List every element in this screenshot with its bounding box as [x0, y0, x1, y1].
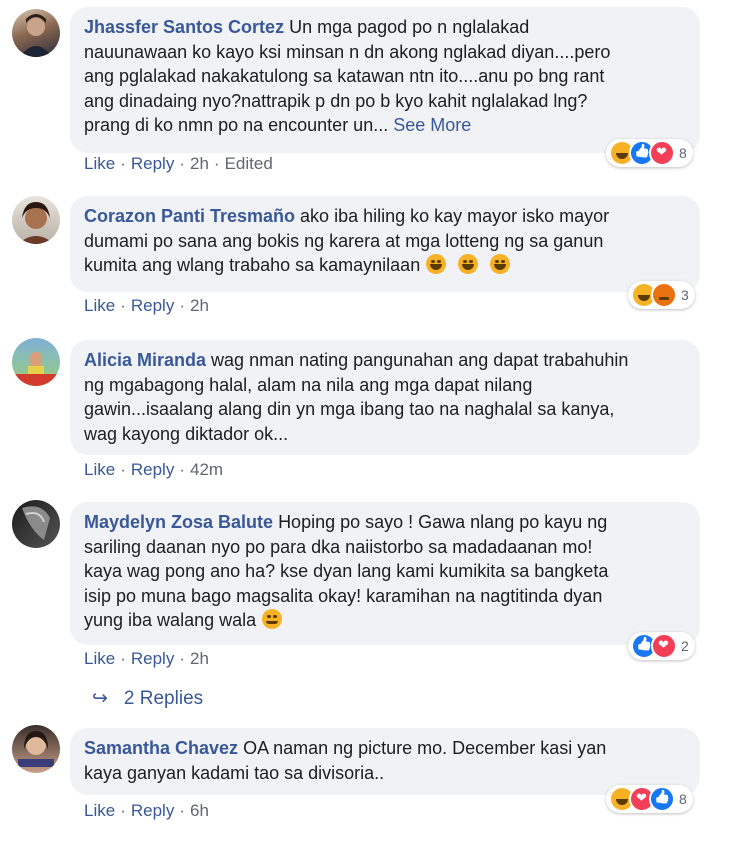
reply-arrow-icon: ↪ [92, 688, 108, 709]
laughing-emoji-icon [426, 254, 447, 274]
comment-author[interactable]: Corazon Panti Tresmaño [84, 206, 295, 226]
reaction-count: 2 [681, 638, 689, 654]
avatar[interactable] [12, 725, 60, 773]
comment-text: wag nman nating pangunahan ang dapat tra… [211, 350, 629, 370]
angry-icon [651, 282, 677, 308]
comment-text: ako iba hiling ko kay mayor isko mayor [300, 206, 610, 226]
comment-bubble: Samantha Chavez OA naman ng picture mo. D… [70, 728, 700, 795]
comment-text: OA naman ng picture mo. December kasi ya… [243, 738, 607, 758]
like-button[interactable]: Like [84, 296, 115, 315]
reply-button[interactable]: Reply [131, 154, 174, 173]
reaction-count: 8 [679, 791, 687, 807]
separator: · [120, 801, 126, 820]
separator: · [120, 460, 126, 479]
avatar[interactable] [12, 9, 60, 57]
avatar-photo [22, 506, 50, 540]
comment-actions: Like · Reply · 2h [84, 296, 209, 316]
laughing-emoji-icon [490, 254, 511, 274]
separator: · [179, 801, 185, 820]
comment-text: kumita ang wlang trabaho sa kamaynilaan [84, 255, 421, 275]
avatar[interactable] [12, 500, 60, 548]
like-icon [649, 786, 675, 812]
comment-text: Hoping po sayo ! Gawa nlang po kayu ng [278, 512, 608, 532]
comment-text: Un mga pagod po n nglalakad [289, 17, 530, 37]
comment-text: isip po muna bago magsalita okay! karami… [84, 585, 603, 606]
timestamp[interactable]: 2h [190, 154, 209, 173]
separator: · [179, 154, 185, 173]
laughing-emoji-icon [458, 254, 479, 274]
comment-actions: Like · Reply · 2h [84, 649, 209, 669]
separator: · [213, 154, 220, 173]
separator: · [179, 296, 185, 315]
see-more-link[interactable]: See More [393, 115, 471, 135]
comment-bubble: Corazon Panti Tresmaño ako iba hiling ko … [70, 196, 700, 292]
separator: · [120, 649, 126, 668]
comment-text: gawin...isaalang alang din yn mga ibang … [84, 399, 615, 419]
reaction-count: 3 [681, 287, 689, 303]
reaction-summary[interactable]: 8 [606, 139, 693, 167]
comment-author[interactable]: Maydelyn Zosa Balute [84, 512, 273, 532]
separator: · [179, 649, 185, 668]
timestamp[interactable]: 6h [190, 801, 209, 820]
avatar-photo [18, 731, 54, 767]
reply-button[interactable]: Reply [131, 460, 174, 479]
timestamp[interactable]: 2h [190, 649, 209, 668]
like-button[interactable]: Like [84, 154, 115, 173]
love-icon [649, 140, 675, 166]
like-button[interactable]: Like [84, 801, 115, 820]
avatar-photo [20, 14, 52, 57]
avatar[interactable] [12, 338, 60, 386]
separator: · [120, 296, 126, 315]
replies-count-label[interactable]: 2 Replies [124, 688, 203, 709]
comment-bubble: Alicia Miranda wag nman nating pangunahan… [70, 340, 700, 455]
love-icon [651, 633, 677, 659]
reaction-summary[interactable]: 2 [628, 632, 695, 660]
like-button[interactable]: Like [84, 460, 115, 479]
comment-text: yung iba walang wala [84, 610, 257, 630]
edited-label[interactable]: Edited [225, 154, 273, 173]
comment-actions: Like · Reply · 42m [84, 460, 223, 480]
avatar[interactable] [12, 196, 60, 244]
avatar-photo [18, 202, 54, 244]
smiling-emoji-icon [262, 609, 283, 629]
separator: · [179, 460, 185, 479]
comment-text: ang dinadaing nyo?nattrapik p dn po b ky… [84, 90, 588, 111]
comment-text: kaya ganyan kadami tao sa divisoria.. [84, 762, 385, 783]
comment-text: ang pglalakad nakakatulong sa katawan nt… [84, 66, 605, 86]
timestamp[interactable]: 2h [190, 296, 209, 315]
separator: · [120, 154, 126, 173]
comment-author[interactable]: Samantha Chavez [84, 738, 238, 758]
comment-text: wag kayong diktador ok... [84, 423, 289, 444]
comment-text: prang di ko nmn po na encounter un... [84, 115, 389, 135]
comment-text: nauunawaan ko kayo ksi minsan n dn akong… [84, 41, 611, 62]
comment-bubble: Maydelyn Zosa Balute Hoping po sayo ! Gaw… [70, 502, 700, 645]
comment-text: ng mgabagong halal, alam na nila ang mga… [84, 374, 533, 395]
reaction-summary[interactable]: 8 [606, 785, 693, 813]
comment-actions: Like · Reply · 6h [84, 801, 209, 821]
like-button[interactable]: Like [84, 649, 115, 668]
timestamp[interactable]: 42m [190, 460, 223, 479]
comment-author[interactable]: Jhassfer Santos Cortez [84, 17, 284, 37]
avatar-photo [12, 352, 60, 386]
comment-text: kaya wag pong ano ha? kse dyan lang kami… [84, 561, 609, 581]
comment-text: dumami po sana ang bokis ng karera at mg… [84, 230, 604, 251]
reaction-count: 8 [679, 145, 687, 161]
comment-actions: Like · Reply · 2h · Edited [84, 154, 273, 174]
comment-author[interactable]: Alicia Miranda [84, 350, 206, 370]
comment-bubble: Jhassfer Santos Cortez Un mga pagod po n … [70, 7, 700, 153]
reaction-summary[interactable]: 3 [628, 281, 695, 309]
reply-button[interactable]: Reply [131, 649, 174, 668]
view-replies-link[interactable]: ↪ 2 Replies [92, 687, 203, 710]
comment-text: sariling daanan nyo po para dka naiistor… [84, 536, 593, 557]
reply-button[interactable]: Reply [131, 801, 174, 820]
reply-button[interactable]: Reply [131, 296, 174, 315]
